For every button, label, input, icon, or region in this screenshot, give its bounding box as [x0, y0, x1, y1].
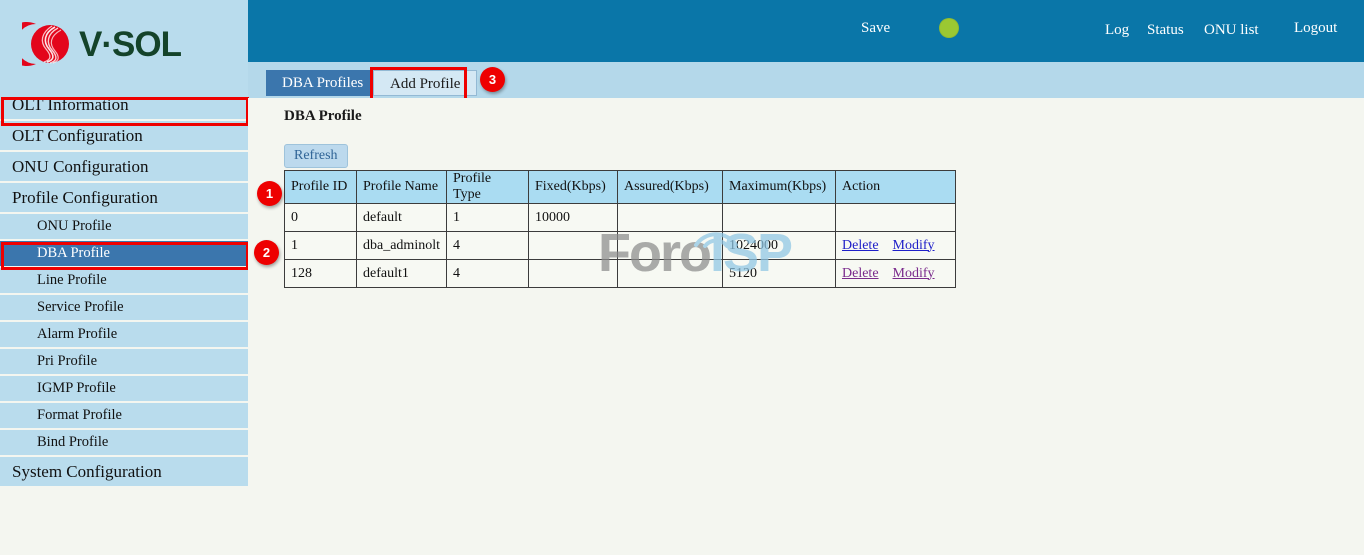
cell-profile-id: 0 [285, 204, 357, 232]
cell-profile-id: 128 [285, 260, 357, 288]
sidebar-item-line-profile[interactable]: Line Profile [0, 268, 248, 293]
status-indicator-dot [939, 18, 959, 38]
logout-link[interactable]: Logout [1294, 20, 1337, 37]
refresh-button[interactable]: Refresh [284, 144, 348, 168]
cell-assured [618, 204, 723, 232]
cell-action [836, 204, 956, 232]
dba-profile-table: Profile ID Profile Name Profile Type Fix… [284, 170, 956, 288]
tab-dba-profiles[interactable]: DBA Profiles [266, 70, 379, 96]
sidebar-item-onu-profile[interactable]: ONU Profile [0, 214, 248, 239]
column-header-maximum: Maximum(Kbps) [723, 171, 836, 204]
cell-assured [618, 260, 723, 288]
sidebar-item-olt-configuration[interactable]: OLT Configuration [0, 121, 248, 150]
sidebar-item-onu-configuration[interactable]: ONU Configuration [0, 152, 248, 181]
table-row: 0 default 1 10000 [285, 204, 956, 232]
sidebar-item-alarm-profile[interactable]: Alarm Profile [0, 322, 248, 347]
cell-maximum [723, 204, 836, 232]
cell-maximum: 1024000 [723, 232, 836, 260]
brand-name: V·SOL [79, 27, 181, 62]
table-row: 1 dba_adminolt 4 1024000 Delete Modify [285, 232, 956, 260]
column-header-profile-name: Profile Name [357, 171, 447, 204]
sidebar-item-profile-configuration[interactable]: Profile Configuration [0, 183, 248, 212]
cell-fixed: 10000 [529, 204, 618, 232]
cell-action: Delete Modify [836, 232, 956, 260]
cell-assured [618, 232, 723, 260]
sidebar-item-pri-profile[interactable]: Pri Profile [0, 349, 248, 374]
sidebar-item-igmp-profile[interactable]: IGMP Profile [0, 376, 248, 401]
column-header-profile-id: Profile ID [285, 171, 357, 204]
sidebar-item-olt-information[interactable]: OLT Information [0, 90, 248, 119]
cell-profile-id: 1 [285, 232, 357, 260]
top-header-bar: Save Log Status ONU list Logout [248, 0, 1364, 62]
tab-bar: DBA Profiles Add Profile [248, 62, 1364, 98]
column-header-assured: Assured(Kbps) [618, 171, 723, 204]
status-link[interactable]: Status [1147, 22, 1184, 39]
sidebar-item-system-configuration[interactable]: System Configuration [0, 457, 248, 486]
sidebar-item-dba-profile[interactable]: DBA Profile [0, 241, 248, 266]
vsol-swirl-icon [22, 18, 74, 70]
cell-maximum: 5120 [723, 260, 836, 288]
cell-fixed [529, 260, 618, 288]
logo-panel: V·SOL [0, 0, 248, 90]
step-badge-3: 3 [480, 67, 505, 92]
save-button[interactable]: Save [861, 20, 890, 37]
brand-logo[interactable]: V·SOL [22, 18, 181, 70]
onu-list-link[interactable]: ONU list [1204, 22, 1259, 39]
cell-fixed [529, 232, 618, 260]
sidebar-item-service-profile[interactable]: Service Profile [0, 295, 248, 320]
page-title: DBA Profile [284, 108, 362, 125]
table-header-row: Profile ID Profile Name Profile Type Fix… [285, 171, 956, 204]
cell-profile-name: default [357, 204, 447, 232]
main-content: DBA Profile Refresh ForoISP Profile ID P… [248, 98, 1364, 555]
log-link[interactable]: Log [1105, 22, 1129, 39]
sidebar-nav: OLT Information OLT Configuration ONU Co… [0, 90, 248, 488]
modify-link[interactable]: Modify [893, 266, 935, 281]
cell-profile-type: 4 [447, 232, 529, 260]
cell-profile-name: default1 [357, 260, 447, 288]
delete-link[interactable]: Delete [842, 266, 879, 281]
modify-link[interactable]: Modify [893, 238, 935, 253]
step-badge-1: 1 [257, 181, 282, 206]
cell-profile-type: 1 [447, 204, 529, 232]
cell-action: Delete Modify [836, 260, 956, 288]
column-header-fixed: Fixed(Kbps) [529, 171, 618, 204]
column-header-profile-type: Profile Type [447, 171, 529, 204]
cell-profile-name: dba_adminolt [357, 232, 447, 260]
sidebar-item-format-profile[interactable]: Format Profile [0, 403, 248, 428]
table-row: 128 default1 4 5120 Delete Modify [285, 260, 956, 288]
sidebar-item-bind-profile[interactable]: Bind Profile [0, 430, 248, 455]
delete-link[interactable]: Delete [842, 238, 879, 253]
column-header-action: Action [836, 171, 956, 204]
cell-profile-type: 4 [447, 260, 529, 288]
tab-add-profile[interactable]: Add Profile [373, 70, 477, 96]
step-badge-2: 2 [254, 240, 279, 265]
